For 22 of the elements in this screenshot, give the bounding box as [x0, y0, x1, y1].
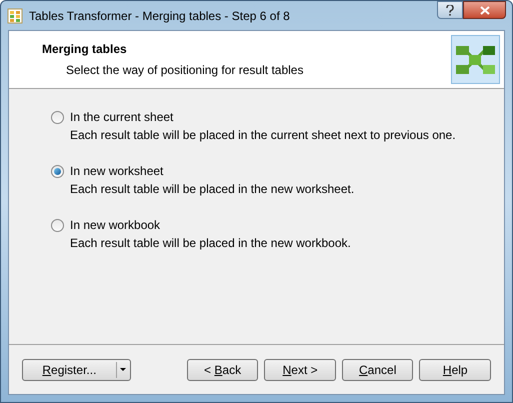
option-label: In new worksheet — [70, 163, 164, 180]
register-button[interactable]: Register... — [22, 358, 131, 380]
dialog-button[interactable]: Help — [419, 358, 492, 380]
dialog-button[interactable]: < Back — [186, 358, 258, 380]
close-icon[interactable] — [463, 1, 506, 19]
dialog-button[interactable]: Next > — [264, 358, 336, 380]
help-icon[interactable] — [437, 1, 463, 19]
radio-button[interactable] — [51, 164, 64, 178]
app-icon — [7, 8, 23, 24]
merge-icon — [451, 35, 500, 84]
dialog-button[interactable]: Cancel — [342, 358, 414, 380]
radio-button[interactable] — [51, 110, 64, 124]
window-title: Tables Transformer - Merging tables - Step 6 of 8 — [29, 8, 291, 24]
header-subtitle: Select the way of positioning for result tables — [65, 62, 304, 79]
radio-button[interactable] — [51, 218, 64, 232]
header-title: Merging tables — [42, 41, 128, 58]
caret-icon — [120, 368, 126, 372]
option-description: Each result table will be placed in the current sheet next to previous one. — [69, 127, 457, 144]
option-description: Each result table will be placed in the new workbook. — [69, 235, 352, 252]
option-label: In new workbook — [70, 217, 160, 234]
option-description: Each result table will be placed in the new worksheet. — [69, 181, 356, 198]
option-label: In the current sheet — [70, 109, 174, 126]
